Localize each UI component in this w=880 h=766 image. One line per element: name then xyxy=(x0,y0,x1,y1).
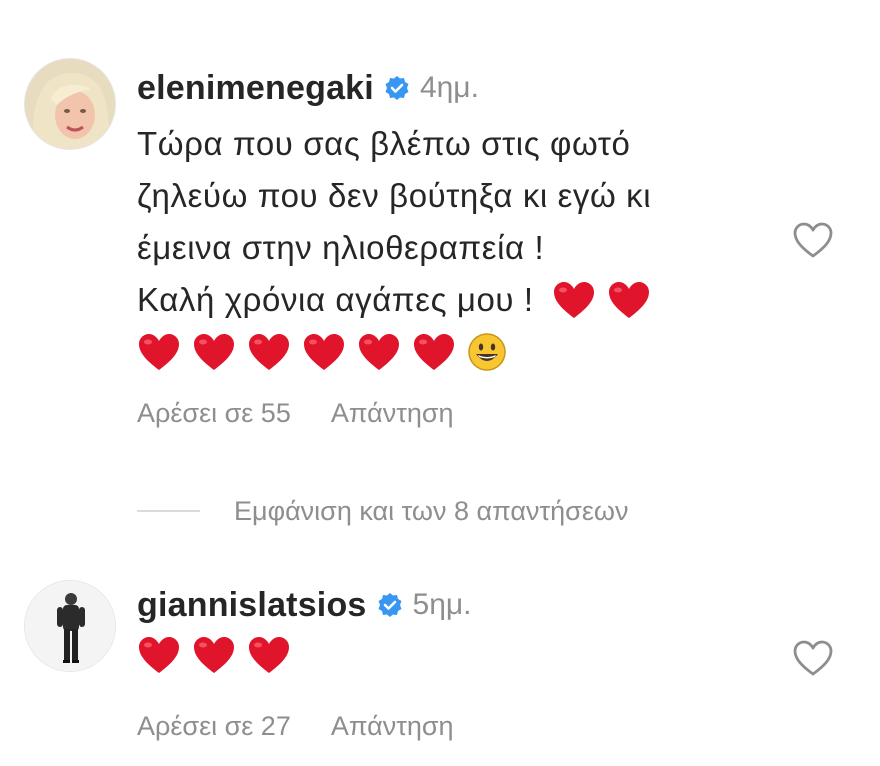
view-replies-label: Εμφάνιση και των 8 απαντήσεων xyxy=(234,495,629,526)
red-heart-icon xyxy=(247,332,291,372)
replies-divider xyxy=(137,510,200,512)
emoji-group xyxy=(552,280,662,320)
likes-count[interactable]: Αρέσει σε 27 xyxy=(137,711,291,742)
red-heart-icon xyxy=(137,332,181,372)
timestamp[interactable]: 5ημ. xyxy=(413,588,472,622)
comment-header: giannislatsios 5ημ. xyxy=(137,585,472,625)
username[interactable]: giannislatsios xyxy=(137,586,367,625)
avatar[interactable] xyxy=(24,58,116,150)
avatar-blonde-woman-icon xyxy=(25,59,115,149)
timestamp[interactable]: 4ημ. xyxy=(420,71,479,105)
comment-actions: Αρέσει σε 55 Απάντηση xyxy=(137,398,454,429)
like-heart-icon[interactable] xyxy=(791,638,835,678)
comment-line-with-hearts: Καλή χρόνια αγάπες μου ! xyxy=(137,274,662,326)
avatar-standing-man-icon xyxy=(25,581,115,671)
comment-line: έμεινα στην ηλιοθεραπεία ! xyxy=(137,229,545,266)
red-heart-icon xyxy=(552,280,596,320)
likes-count[interactable]: Αρέσει σε 55 xyxy=(137,398,291,429)
red-heart-icon xyxy=(192,332,236,372)
red-heart-icon xyxy=(302,332,346,372)
comment-header: elenimenegaki 4ημ. xyxy=(137,68,662,108)
grinning-face-icon xyxy=(467,332,507,372)
avatar[interactable] xyxy=(24,580,116,672)
comment-line: ζηλεύω που δεν βούτηξα κι εγώ κι xyxy=(137,177,652,214)
comment-text: Τώρα που σας βλέπω στις φωτό ζηλεύω που … xyxy=(137,118,662,378)
reply-button[interactable]: Απάντηση xyxy=(331,711,454,742)
username[interactable]: elenimenegaki xyxy=(137,69,374,108)
comment-body: elenimenegaki 4ημ. Τώρα που σας βλέπω στ… xyxy=(137,68,662,429)
comment-line: Καλή χρόνια αγάπες μου ! xyxy=(137,281,534,318)
reply-button[interactable]: Απάντηση xyxy=(331,398,454,429)
like-heart-icon[interactable] xyxy=(791,220,835,260)
verified-badge-icon xyxy=(384,75,410,101)
red-heart-icon xyxy=(137,635,181,675)
red-heart-icon xyxy=(412,332,456,372)
red-heart-icon xyxy=(357,332,401,372)
view-replies-button[interactable]: Εμφάνιση και των 8 απαντήσεων xyxy=(137,489,628,533)
emoji-row xyxy=(137,326,662,378)
verified-badge-icon xyxy=(377,592,403,618)
red-heart-icon xyxy=(247,635,291,675)
red-heart-icon xyxy=(192,635,236,675)
comment-line: Τώρα που σας βλέπω στις φωτό xyxy=(137,125,631,162)
red-heart-icon xyxy=(607,280,651,320)
comment-actions: Αρέσει σε 27 Απάντηση xyxy=(137,711,454,742)
emoji-row xyxy=(137,629,472,681)
comment-body: giannislatsios 5ημ. Αρέσει σε 27 Απάντησ… xyxy=(137,585,472,742)
